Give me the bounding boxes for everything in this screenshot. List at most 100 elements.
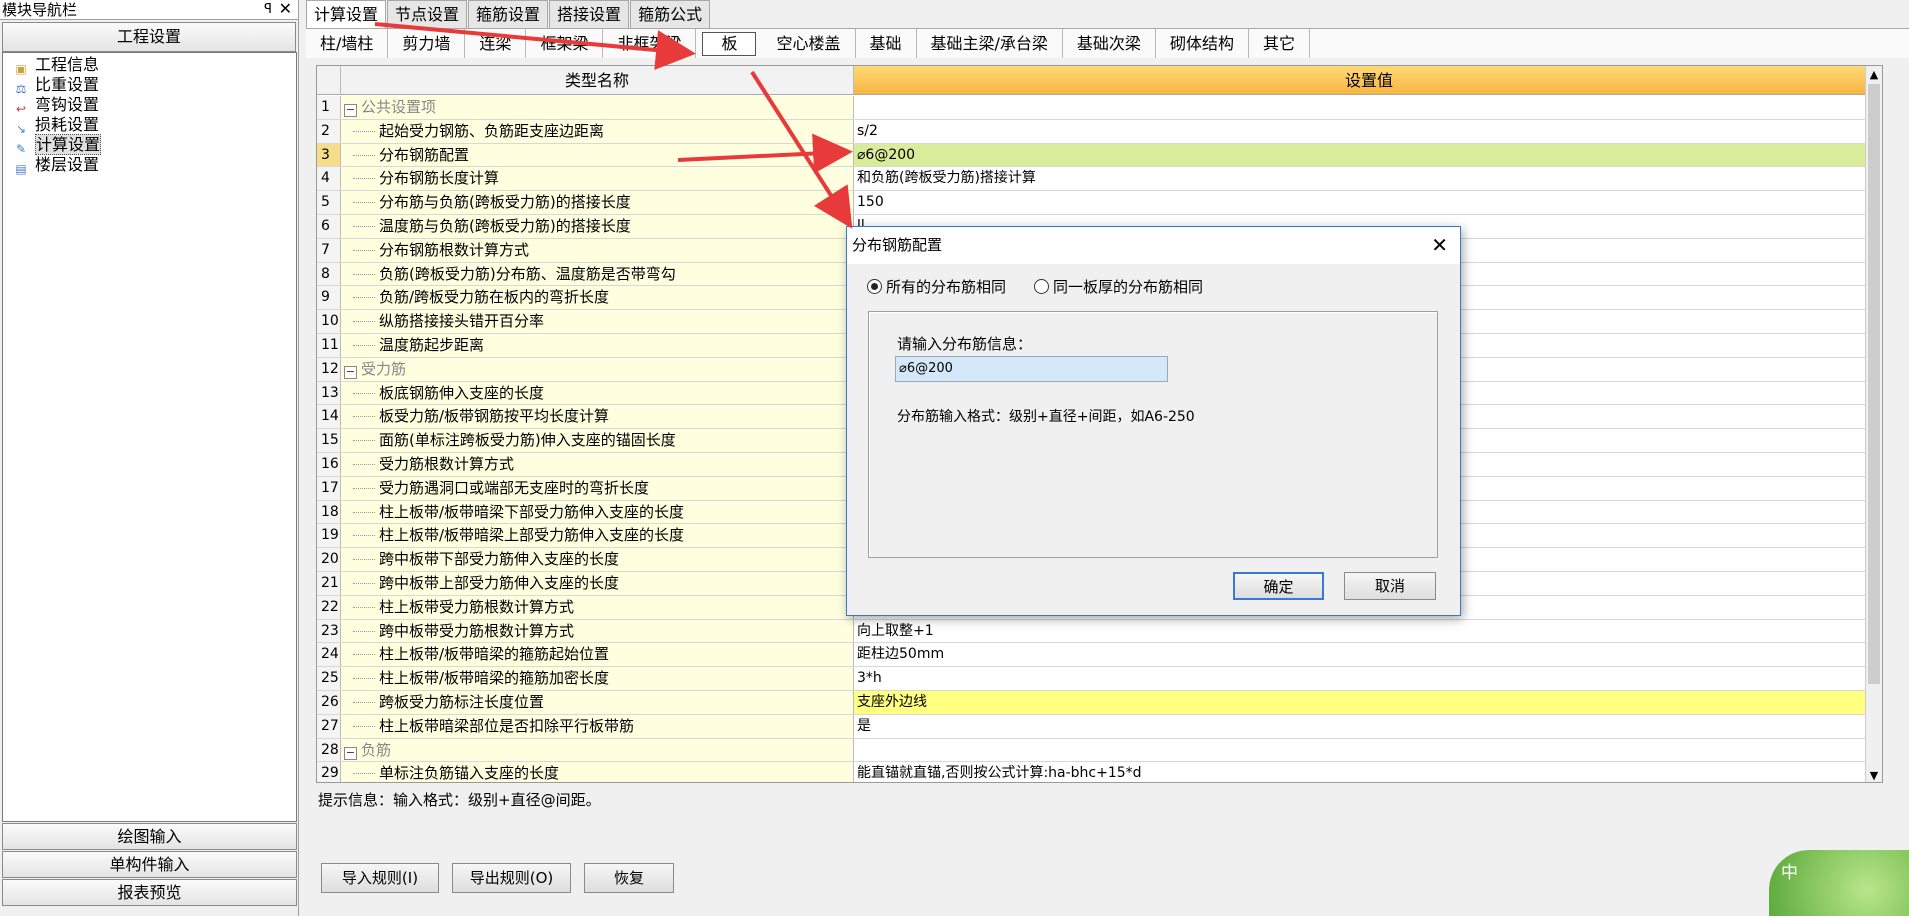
column-header-value: 设置值 bbox=[854, 66, 1882, 94]
component-tab-9[interactable]: 基础次梁 bbox=[1063, 29, 1156, 58]
row-number: 1 bbox=[317, 96, 341, 119]
tree-item[interactable]: ⚖ 比重设置 bbox=[3, 75, 296, 96]
tree-line bbox=[353, 202, 375, 204]
row-value[interactable]: s/2 bbox=[854, 120, 1882, 143]
row-number: 9 bbox=[317, 286, 341, 310]
component-tab-7[interactable]: 基础 bbox=[856, 29, 917, 58]
component-tab-2[interactable]: 连梁 bbox=[465, 29, 527, 58]
nav-footer-report-preview[interactable]: 报表预览 bbox=[2, 879, 297, 906]
row-name: 负筋 bbox=[361, 740, 392, 759]
input-format-label: 分布筋输入格式：级别+直径+间距，如A6-250 bbox=[897, 409, 1195, 425]
table-row[interactable]: 28− 负筋 bbox=[317, 738, 1882, 763]
import-rules-button[interactable]: 导入规则(I) bbox=[321, 863, 439, 893]
row-number: 15 bbox=[317, 429, 341, 452]
scroll-up-icon[interactable]: ▲ bbox=[1866, 66, 1882, 83]
radio-same-thickness-label: 同一板厚的分布筋相同 bbox=[1053, 278, 1204, 296]
nav-section-project-settings[interactable]: 工程设置 bbox=[2, 22, 296, 52]
tab-0[interactable]: 计算设置 bbox=[306, 0, 387, 29]
row-value[interactable]: 150 bbox=[854, 191, 1882, 214]
tree-item-label: 弯钩设置 bbox=[35, 95, 100, 114]
component-tab-5[interactable]: 板 bbox=[702, 32, 757, 56]
row-value[interactable]: 向上取整+1 bbox=[854, 620, 1882, 643]
scroll-thumb[interactable] bbox=[1868, 84, 1880, 684]
row-number: 18 bbox=[317, 500, 341, 524]
table-row[interactable]: 2 起始受力钢筋、负筋距支座边距离 s/2 bbox=[317, 119, 1882, 144]
component-tab-6[interactable]: 空心楼盖 bbox=[762, 29, 856, 58]
tab-4[interactable]: 箍筋公式 bbox=[630, 0, 711, 28]
tree-item[interactable]: ✎ 计算设置 bbox=[3, 134, 296, 156]
table-row[interactable]: 1− 公共设置项 bbox=[317, 96, 1882, 120]
ok-button[interactable]: 确定 bbox=[1233, 572, 1324, 600]
tree-line bbox=[353, 297, 375, 299]
cancel-button[interactable]: 取消 bbox=[1344, 572, 1436, 600]
component-tab-11[interactable]: 其它 bbox=[1249, 29, 1310, 58]
row-name-cell: 起始受力钢筋、负筋距支座边距离 bbox=[341, 119, 854, 143]
table-row[interactable]: 27 柱上板带暗梁部位是否扣除平行板带筋 是 bbox=[317, 714, 1882, 739]
tree-line bbox=[353, 701, 375, 703]
component-tab-10[interactable]: 砌体结构 bbox=[1156, 29, 1249, 58]
table-row[interactable]: 24 柱上板带/板带暗梁的箍筋起始位置 距柱边50mm bbox=[317, 643, 1882, 668]
table-row[interactable]: 23 跨中板带受力筋根数计算方式 向上取整+1 bbox=[317, 619, 1882, 644]
tree-item[interactable]: ↩ 弯钩设置 bbox=[3, 95, 296, 116]
radio-same-thickness[interactable]: 同一板厚的分布筋相同 bbox=[1034, 276, 1203, 297]
column-header-name: 类型名称 bbox=[341, 66, 854, 94]
row-number: 8 bbox=[317, 262, 341, 286]
tree-item[interactable]: ▤ 楼层设置 bbox=[3, 155, 296, 176]
close-icon[interactable]: ✕ bbox=[279, 0, 292, 18]
row-value[interactable]: 和负筋(跨板受力筋)搭接计算 bbox=[854, 167, 1882, 190]
tab-2[interactable]: 箍筋设置 bbox=[468, 0, 549, 28]
table-row[interactable]: 25 柱上板带/板带暗梁的箍筋加密长度 3*h bbox=[317, 667, 1882, 691]
nav-footer-single-input[interactable]: 单构件输入 bbox=[2, 851, 297, 878]
row-value[interactable]: 3*h bbox=[854, 667, 1882, 690]
ime-widget[interactable]: 中 bbox=[1769, 850, 1909, 916]
component-tab-0[interactable]: 柱/墙柱 bbox=[306, 29, 389, 58]
radio-selected-icon[interactable] bbox=[867, 279, 882, 294]
row-name-cell: 受力筋根数计算方式 bbox=[341, 452, 854, 476]
row-name: 跨中板带上部受力筋伸入支座的长度 bbox=[379, 573, 620, 592]
radio-all-same[interactable]: 所有的分布筋相同 bbox=[867, 276, 1006, 297]
tree-line bbox=[353, 559, 375, 561]
row-value[interactable]: 能直锚就直锚,否则按公式计算:ha-bhc+15*d bbox=[854, 762, 1882, 782]
tree-line bbox=[353, 511, 375, 513]
table-row[interactable]: 29 单标注负筋锚入支座的长度 能直锚就直锚,否则按公式计算:ha-bhc+15*d bbox=[317, 762, 1882, 782]
collapse-icon[interactable]: − bbox=[344, 104, 357, 117]
row-name-cell: 负筋/跨板受力筋在板内的弯折长度 bbox=[341, 286, 854, 310]
module-nav-panel: 模块导航栏 ꟼ ✕ 工程设置 ▣ 工程信息 ⚖ 比重设置 ↩ 弯钩设置 ↘ 损耗设置 ✎ 计算设置… bbox=[0, 0, 299, 916]
tree-item[interactable]: ↘ 损耗设置 bbox=[3, 115, 296, 136]
vertical-scrollbar[interactable]: ▲ ▼ bbox=[1865, 66, 1882, 782]
row-value[interactable]: 距柱边50mm bbox=[854, 643, 1882, 666]
row-name: 受力筋遇洞口或端部无支座时的弯折长度 bbox=[379, 478, 650, 497]
table-row[interactable]: 4 分布钢筋长度计算 和负筋(跨板受力筋)搭接计算 bbox=[317, 167, 1882, 192]
table-row[interactable]: 3 分布钢筋配置 ⌀6@200 bbox=[317, 143, 1882, 168]
row-value[interactable] bbox=[854, 739, 1882, 762]
row-value[interactable]: 支座外边线 bbox=[854, 690, 1882, 714]
export-rules-button[interactable]: 导出规则(O) bbox=[452, 863, 571, 893]
component-tab-3[interactable]: 框架梁 bbox=[526, 29, 604, 58]
collapse-icon[interactable]: − bbox=[344, 365, 357, 379]
component-tab-4[interactable]: 非框架梁 bbox=[603, 29, 697, 58]
component-tab-8[interactable]: 基础主梁/承台梁 bbox=[917, 29, 1063, 58]
tab-3[interactable]: 搭接设置 bbox=[549, 0, 630, 28]
table-row[interactable]: 26 跨板受力筋标注长度位置 支座外边线 bbox=[317, 690, 1882, 715]
row-name: 负筋/跨板受力筋在板内的弯折长度 bbox=[379, 288, 610, 307]
dialog-close-icon[interactable]: ✕ bbox=[1431, 227, 1448, 264]
tree-item[interactable]: ▣ 工程信息 bbox=[3, 55, 296, 76]
pin-icon[interactable]: ꟼ bbox=[264, 0, 272, 20]
row-value[interactable]: ⌀6@200 bbox=[854, 143, 1882, 167]
tree-line bbox=[353, 678, 375, 680]
component-tab-1[interactable]: 剪力墙 bbox=[388, 29, 466, 58]
row-value[interactable]: 是 bbox=[854, 715, 1882, 738]
rebar-info-input[interactable]: ⌀6@200 bbox=[895, 356, 1168, 382]
row-name-cell: 温度筋与负筋(跨板受力筋)的搭接长度 bbox=[341, 214, 854, 238]
row-number: 26 bbox=[317, 690, 341, 714]
restore-button[interactable]: 恢复 bbox=[584, 863, 674, 893]
table-row[interactable]: 5 分布筋与负筋(跨板受力筋)的搭接长度 150 bbox=[317, 191, 1882, 215]
collapse-icon[interactable]: − bbox=[344, 746, 357, 760]
tab-1[interactable]: 节点设置 bbox=[387, 0, 468, 28]
nav-footer-drawing-input[interactable]: 绘图输入 bbox=[2, 823, 297, 850]
scroll-down-icon[interactable]: ▼ bbox=[1866, 767, 1882, 782]
tree-line bbox=[353, 416, 375, 418]
row-value[interactable] bbox=[854, 96, 1882, 119]
row-name: 温度筋起步距离 bbox=[379, 335, 485, 354]
radio-unselected-icon[interactable] bbox=[1034, 279, 1049, 294]
